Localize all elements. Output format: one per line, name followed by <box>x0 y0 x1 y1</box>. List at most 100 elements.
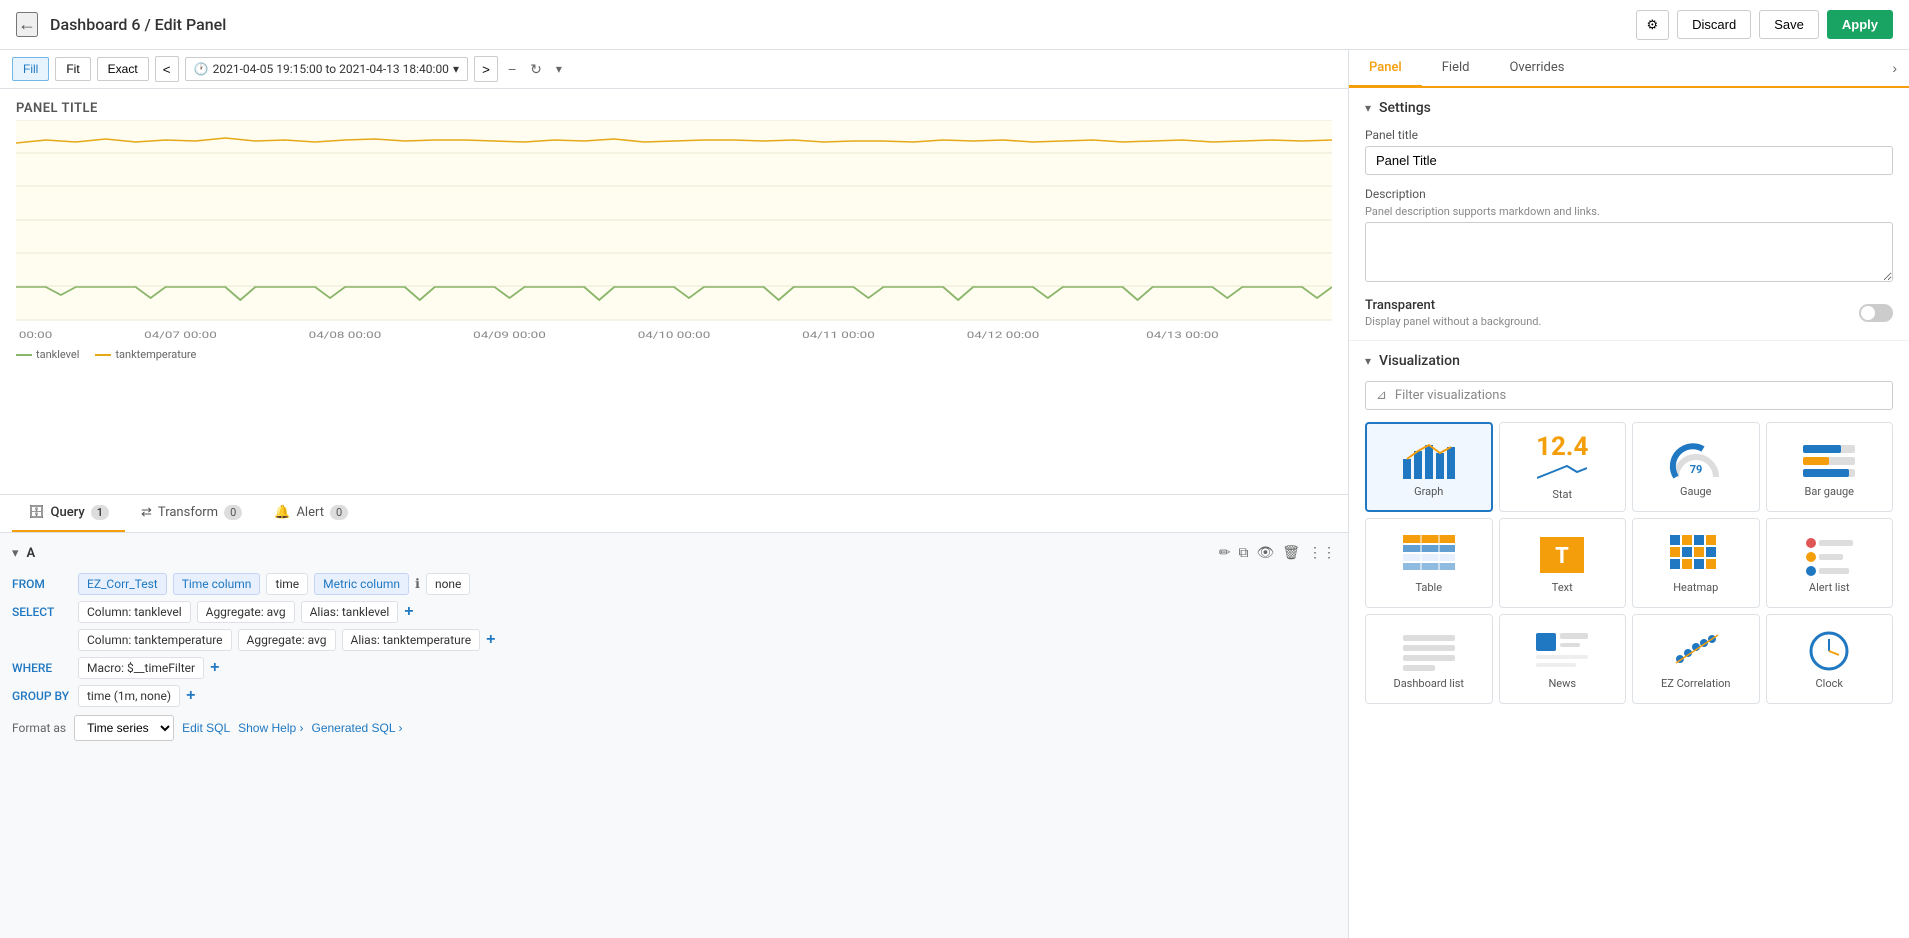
viz-card-table[interactable]: Table <box>1365 518 1493 608</box>
viz-card-heatmap-label: Heatmap <box>1673 581 1718 594</box>
legend-color-tanktemperature <box>95 354 111 356</box>
zoom-out-button[interactable]: − <box>504 57 520 81</box>
format-select[interactable]: Time series <box>74 715 174 741</box>
back-button[interactable]: ← <box>16 12 38 37</box>
edit-sql-button[interactable]: Edit SQL <box>182 721 230 735</box>
metric-column-key[interactable]: Metric column <box>314 573 409 595</box>
fill-button[interactable]: Fill <box>12 57 49 81</box>
nav-left-button[interactable]: < <box>155 56 179 82</box>
settings-section-header[interactable]: ▾ Settings <box>1365 100 1893 116</box>
svg-text:04/11 00:00: 04/11 00:00 <box>802 329 875 340</box>
viz-card-gauge[interactable]: 79 Gauge <box>1632 422 1760 512</box>
select-alias-2[interactable]: Alias: tanktemperature <box>342 629 481 651</box>
query-collapse-icon[interactable]: ▾ <box>12 546 19 561</box>
where-row: WHERE Macro: $__timeFilter + <box>12 657 1336 679</box>
more-options-button[interactable]: ▾ <box>552 58 566 80</box>
tab-panel[interactable]: Panel <box>1349 50 1422 88</box>
tab-overrides[interactable]: Overrides <box>1489 50 1584 88</box>
where-key: WHERE <box>12 661 72 675</box>
hide-query-icon[interactable]: 👁 <box>1256 545 1274 561</box>
legend-label-tanktemperature: tanktemperature <box>115 348 196 361</box>
time-column-value[interactable]: time <box>266 573 308 595</box>
tab-field[interactable]: Field <box>1422 50 1490 88</box>
viz-card-stat[interactable]: 12.4 Stat <box>1499 422 1627 512</box>
tab-query[interactable]: 🗄 Query 1 <box>12 495 125 532</box>
svg-text:79: 79 <box>1689 463 1702 476</box>
stat-viz-display: 12.4 <box>1536 434 1588 484</box>
viz-card-text[interactable]: T Text <box>1499 518 1627 608</box>
copy-query-icon[interactable]: ⧉ <box>1238 545 1248 561</box>
transform-count-badge: 0 <box>224 505 242 520</box>
delete-query-icon[interactable]: 🗑 <box>1282 545 1300 561</box>
nav-right-button[interactable]: > <box>474 56 498 82</box>
transparent-info: Transparent Display panel without a back… <box>1365 298 1541 328</box>
format-row: Format as Time series Edit SQL Show Help… <box>12 715 1336 741</box>
select-col-1[interactable]: Column: tanklevel <box>78 601 191 623</box>
tab-alert-label: Alert <box>296 505 324 520</box>
viz-card-heatmap[interactable]: Heatmap <box>1632 518 1760 608</box>
from-key: FROM <box>12 577 72 591</box>
time-range-picker[interactable]: 🕐 2021-04-05 19:15:00 to 2021-04-13 18:4… <box>185 57 468 81</box>
save-button[interactable]: Save <box>1759 10 1819 39</box>
tab-alert[interactable]: 🔔 Alert 0 <box>258 495 364 532</box>
viz-card-ez-correlation[interactable]: EZ Correlation <box>1632 614 1760 704</box>
filter-visualizations[interactable]: ⊿ Filter visualizations <box>1365 381 1893 410</box>
drag-query-icon[interactable]: ⋮⋮ <box>1308 545 1336 561</box>
where-macro[interactable]: Macro: $__timeFilter <box>78 657 204 679</box>
viz-card-bar-gauge[interactable]: Bar gauge <box>1766 422 1894 512</box>
tab-transform-label: Transform <box>158 505 218 520</box>
select-row-2: Column: tanktemperature Aggregate: avg A… <box>12 629 1336 651</box>
apply-button[interactable]: Apply <box>1827 10 1893 39</box>
topbar: ← Dashboard 6 / Edit Panel ⚙ Discard Sav… <box>0 0 1909 50</box>
add-where-button[interactable]: + <box>210 659 219 677</box>
show-help-button[interactable]: Show Help › <box>238 721 303 735</box>
tab-transform[interactable]: ⇄ Transform 0 <box>125 495 258 532</box>
filter-placeholder: Filter visualizations <box>1395 388 1506 403</box>
time-column-key[interactable]: Time column <box>173 573 261 595</box>
viz-card-dashboard-list-label: Dashboard list <box>1393 677 1464 690</box>
transparent-desc: Display panel without a background. <box>1365 315 1541 328</box>
settings-button[interactable]: ⚙ <box>1636 10 1670 40</box>
viz-section-header[interactable]: ▾ Visualization <box>1365 353 1893 369</box>
fit-button[interactable]: Fit <box>55 57 90 81</box>
refresh-button[interactable]: ↻ <box>526 57 546 82</box>
group-by-value[interactable]: time (1m, none) <box>78 685 180 707</box>
chart-title: PANEL TITLE <box>16 101 1332 116</box>
page-title: Dashboard 6 / Edit Panel <box>50 15 1624 34</box>
table-viz-icon <box>1401 533 1457 577</box>
description-input[interactable] <box>1365 222 1893 282</box>
expand-right-panel-button[interactable]: › <box>1880 50 1909 86</box>
add-select-1-button[interactable]: + <box>404 603 413 621</box>
add-select-2-button[interactable]: + <box>486 631 495 649</box>
viz-card-graph[interactable]: Graph <box>1365 422 1493 512</box>
viz-card-dashboard-list[interactable]: Dashboard list <box>1365 614 1493 704</box>
metric-column-value[interactable]: none <box>426 573 470 595</box>
discard-button[interactable]: Discard <box>1677 10 1751 39</box>
from-value[interactable]: EZ_Corr_Test <box>78 573 167 595</box>
metric-column-info-icon[interactable]: ℹ <box>415 577 420 592</box>
generated-sql-button[interactable]: Generated SQL › <box>312 721 403 735</box>
svg-text:04/08 00:00: 04/08 00:00 <box>309 329 382 340</box>
description-group: Description Panel description supports m… <box>1365 187 1893 286</box>
viz-card-news[interactable]: News <box>1499 614 1627 704</box>
viz-card-alert-list-label: Alert list <box>1809 581 1850 594</box>
edit-query-icon[interactable]: ✏ <box>1219 545 1231 561</box>
select-col-2[interactable]: Column: tanktemperature <box>78 629 232 651</box>
heatmap-viz-icon <box>1668 533 1724 577</box>
transparent-toggle[interactable] <box>1859 304 1893 322</box>
select-agg-2[interactable]: Aggregate: avg <box>238 629 336 651</box>
viz-card-alert-list[interactable]: Alert list <box>1766 518 1894 608</box>
add-group-by-button[interactable]: + <box>186 687 195 705</box>
transparent-row: Transparent Display panel without a back… <box>1365 298 1893 328</box>
svg-text:T: T <box>1555 544 1569 569</box>
stat-viz-graph <box>1537 460 1587 480</box>
bar-gauge-viz-icon <box>1801 437 1857 481</box>
exact-button[interactable]: Exact <box>97 57 149 81</box>
select-alias-1[interactable]: Alias: tanklevel <box>301 601 399 623</box>
from-row: FROM EZ_Corr_Test Time column time Metri… <box>12 573 1336 595</box>
panel-title-input[interactable] <box>1365 146 1893 175</box>
viz-card-clock[interactable]: Clock <box>1766 614 1894 704</box>
viz-section-label: Visualization <box>1379 353 1460 369</box>
select-agg-1[interactable]: Aggregate: avg <box>197 601 295 623</box>
right-panel: Panel Field Overrides › ▾ Settings Panel… <box>1349 50 1909 938</box>
